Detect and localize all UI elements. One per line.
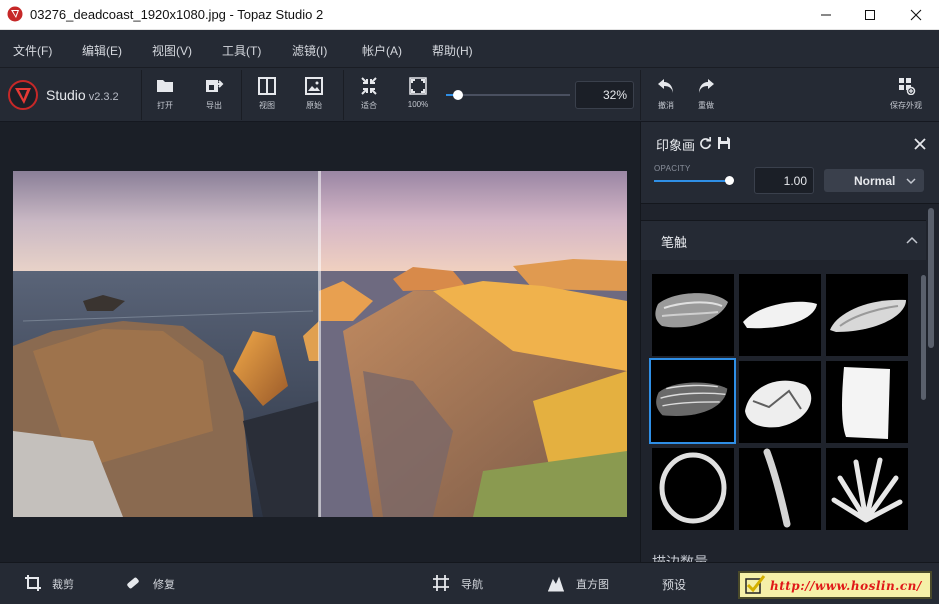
original-label: 原始 — [306, 101, 322, 110]
toolbar-divider — [241, 70, 242, 120]
image-icon — [305, 77, 323, 95]
reset-icon[interactable] — [699, 137, 712, 150]
menu-account[interactable]: 帐户(A) — [362, 42, 402, 59]
full-size-button[interactable]: 100% — [398, 77, 438, 117]
chevron-down-icon — [906, 178, 916, 185]
undo-label: 撤消 — [658, 101, 674, 110]
presets-button[interactable]: 预设 — [662, 576, 686, 593]
brush-scrollbar[interactable] — [921, 275, 926, 400]
menu-edit[interactable]: 编辑(E) — [82, 42, 122, 59]
export-icon — [206, 80, 224, 92]
maximize-icon — [865, 10, 875, 20]
menu-help[interactable]: 帮助(H) — [432, 42, 473, 59]
histogram-icon[interactable] — [547, 574, 565, 592]
brand-version: v2.3.2 — [88, 91, 119, 103]
brush-option[interactable] — [826, 448, 908, 530]
histogram-button[interactable]: 直方图 — [576, 576, 609, 592]
toolbar-divider — [640, 70, 641, 120]
minimize-button[interactable] — [803, 0, 849, 30]
open-label: 打开 — [157, 101, 173, 110]
redo-button[interactable]: 重做 — [686, 77, 726, 117]
panel-scrollbar[interactable] — [928, 208, 934, 348]
menu-view[interactable]: 视图(V) — [152, 42, 192, 59]
brush-option[interactable] — [652, 448, 734, 530]
before-after-divider[interactable] — [318, 171, 321, 517]
menu-filters[interactable]: 滤镜(I) — [292, 42, 327, 59]
fit-label: 适合 — [361, 101, 377, 110]
crop-button[interactable]: 裁剪 — [52, 576, 74, 592]
brush-section-title: 笔触 — [661, 235, 688, 250]
zoom-input[interactable]: 32% — [575, 81, 634, 109]
save-look-icon — [899, 78, 916, 95]
brush-option[interactable] — [739, 448, 821, 530]
watermark: http://www.hoslin.cn/ — [738, 571, 932, 599]
save-look-label: 保存外观 — [890, 101, 922, 110]
title-bar: 03276_deadcoast_1920x1080.jpg - Topaz St… — [0, 0, 939, 30]
watermark-url: http://www.hoslin.cn/ — [770, 579, 922, 593]
navigator-icon[interactable] — [432, 574, 450, 592]
view-label: 视图 — [259, 101, 275, 110]
opacity-slider-handle[interactable] — [725, 176, 734, 185]
menu-tools[interactable]: 工具(T) — [222, 42, 261, 59]
close-panel-icon[interactable] — [914, 138, 926, 150]
chevron-up-icon — [906, 236, 918, 244]
menu-bar: 文件(F) 编辑(E) 视图(V) 工具(T) 滤镜(I) 帐户(A) 帮助(H… — [0, 30, 939, 68]
split-view-icon — [258, 77, 276, 95]
original-button[interactable]: 原始 — [294, 77, 334, 117]
opacity-slider[interactable] — [654, 180, 730, 182]
brush-option-selected[interactable] — [649, 358, 736, 444]
redo-label: 重做 — [698, 101, 714, 110]
brush-option[interactable] — [739, 361, 821, 443]
brush-option[interactable] — [739, 274, 821, 356]
window-title: 03276_deadcoast_1920x1080.jpg - Topaz St… — [30, 7, 324, 22]
zoom-slider-handle[interactable] — [453, 90, 463, 100]
close-button[interactable] — [893, 0, 939, 30]
zoom-slider[interactable] — [446, 94, 570, 96]
maximize-button[interactable] — [847, 0, 893, 30]
repair-icon[interactable] — [124, 574, 142, 592]
opacity-input[interactable]: 1.00 — [754, 167, 814, 194]
brand: Studio v2.3.2 — [46, 87, 119, 103]
navigator-button[interactable]: 导航 — [461, 576, 483, 592]
close-icon — [910, 9, 922, 21]
blend-mode-select[interactable]: Normal — [824, 169, 924, 192]
view-button[interactable]: 视图 — [247, 77, 287, 117]
checkmark-icon — [745, 575, 766, 594]
toolbar-divider — [141, 70, 142, 120]
repair-button[interactable]: 修复 — [153, 576, 175, 592]
minimize-icon — [821, 14, 831, 16]
crop-icon[interactable] — [24, 574, 42, 592]
opacity-label: OPACITY — [654, 164, 691, 173]
redo-icon — [699, 79, 714, 93]
export-label: 导出 — [206, 101, 222, 110]
full-size-label: 100% — [407, 100, 429, 109]
fullscreen-icon — [409, 77, 427, 95]
undo-button[interactable]: 撤消 — [646, 77, 686, 117]
topaz-app-icon — [7, 6, 23, 22]
folder-icon — [157, 80, 173, 92]
export-button[interactable]: 导出 — [194, 77, 234, 117]
blend-mode-value: Normal — [854, 174, 896, 188]
undo-icon — [658, 79, 673, 93]
topaz-logo-icon — [8, 80, 38, 110]
brand-name: Studio — [46, 87, 86, 103]
brush-option[interactable] — [826, 274, 908, 356]
save-look-button[interactable]: 保存外观 — [886, 77, 926, 117]
menu-file[interactable]: 文件(F) — [13, 42, 52, 59]
save-icon[interactable] — [717, 136, 731, 150]
brush-option[interactable] — [826, 361, 908, 443]
brush-section-header[interactable]: 笔触 — [641, 220, 926, 260]
fit-button[interactable]: 适合 — [349, 77, 389, 117]
fit-screen-icon — [361, 77, 377, 95]
toolbar-divider — [343, 70, 344, 120]
brush-option[interactable] — [652, 274, 734, 356]
filter-title: 印象画 — [656, 138, 696, 153]
open-button[interactable]: 打开 — [145, 77, 185, 117]
